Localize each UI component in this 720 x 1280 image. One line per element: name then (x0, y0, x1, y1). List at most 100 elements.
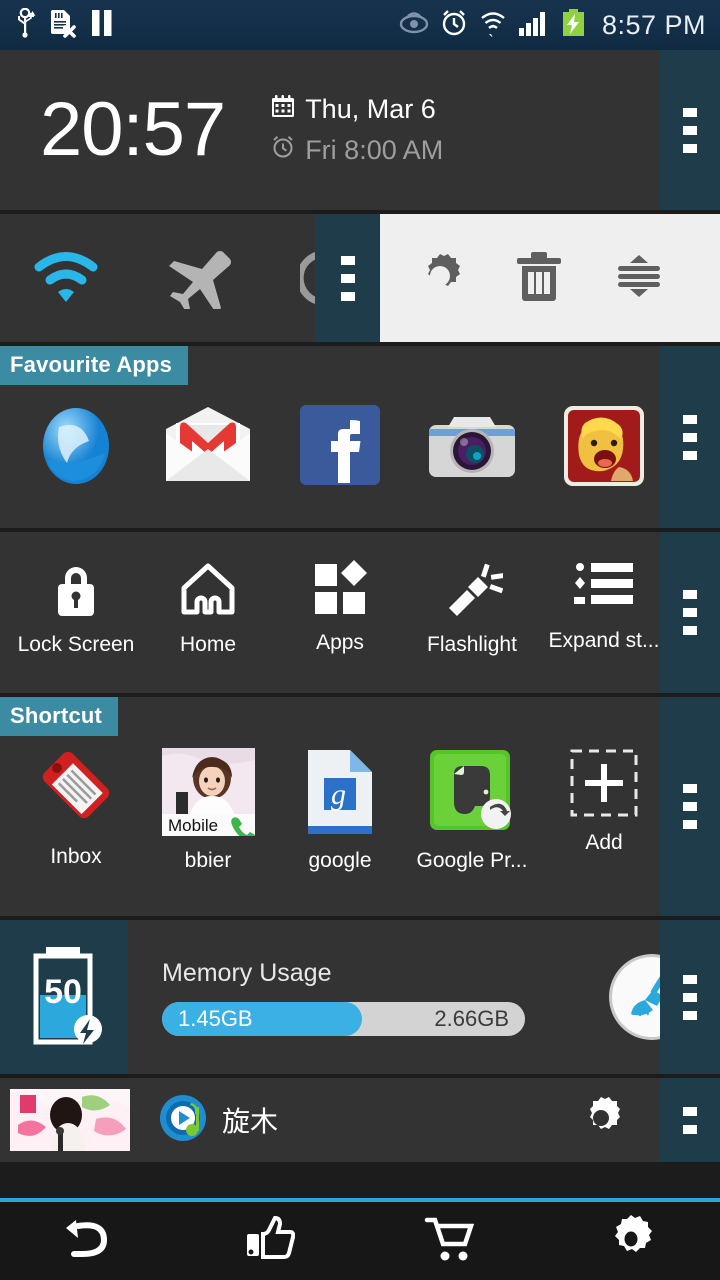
browser-icon (33, 403, 119, 494)
tool-flashlight[interactable]: Flashlight (406, 558, 538, 657)
delete-button[interactable] (515, 249, 563, 308)
memory-usage-card[interactable]: 50 Memory Usage 1.45GB 2.66GB (0, 920, 720, 1074)
app-gmail[interactable] (142, 403, 274, 494)
tool-apps[interactable]: Apps (274, 558, 406, 657)
tag-icon (33, 748, 119, 837)
calendar-icon (271, 94, 295, 125)
clock-alarm-text: Fri 8:00 AM (305, 135, 444, 165)
clash-of-clans-icon (561, 403, 647, 494)
clock-row: 20:57 Thu, Mar 6 Fri 8:00 AM (0, 50, 720, 210)
kebab-menu-icon[interactable] (683, 414, 697, 460)
back-button[interactable] (64, 1216, 116, 1267)
store-cart-button[interactable] (423, 1216, 477, 1267)
battery-status[interactable]: 50 (0, 920, 128, 1074)
signal-bars-icon (518, 9, 550, 42)
shortcut-inbox[interactable]: Inbox (10, 748, 142, 873)
list-icon (573, 558, 635, 621)
gmail-icon (162, 403, 254, 494)
tools-grid: Lock Screen Home Apps Flashlight Expand … (0, 532, 720, 657)
album-art-thumbnail (10, 1089, 130, 1151)
airplane-toggle[interactable] (132, 247, 264, 309)
shortcut-google-pr[interactable]: Google Pr... (406, 748, 538, 873)
tool-label: Apps (316, 631, 364, 654)
shortcut-label: Add (585, 831, 623, 854)
pause-icon (90, 9, 114, 42)
svg-text:Mobile: Mobile (168, 816, 218, 835)
music-player-card[interactable]: 旋木 (0, 1078, 720, 1162)
memory-drag-handle[interactable] (660, 920, 720, 1074)
eye-icon (399, 10, 429, 41)
shortcut-card[interactable]: Shortcut Inbox Mobile bbier g google Goo… (0, 697, 720, 916)
memory-body: Memory Usage 1.45GB 2.66GB (128, 920, 720, 1074)
favourite-apps-drag-handle[interactable] (660, 346, 720, 528)
favourite-apps-grid (0, 403, 720, 494)
battery-charging-icon (561, 8, 587, 43)
lock-icon (47, 558, 105, 625)
shortcut-title: Shortcut (0, 697, 119, 736)
app-camera[interactable] (406, 403, 538, 494)
battery-level-text: 50 (44, 973, 82, 1011)
like-button[interactable] (245, 1215, 295, 1267)
shortcut-label: bbier (184, 849, 232, 872)
status-bar-left-icons (14, 7, 114, 43)
clock-time: 20:57 (40, 87, 226, 172)
wifi-toggle[interactable] (0, 251, 132, 305)
bottom-navigation-bar (0, 1198, 720, 1280)
shortcut-google[interactable]: g google (274, 748, 406, 873)
kebab-menu-icon[interactable] (683, 1106, 697, 1134)
memory-used-text: 1.45GB (178, 1005, 253, 1031)
music-settings-gear-icon[interactable] (578, 1095, 624, 1146)
app-facebook[interactable] (274, 403, 406, 494)
app-browser[interactable] (10, 403, 142, 494)
sd-card-error-icon (50, 8, 76, 43)
clock-date-text: Thu, Mar 6 (305, 94, 436, 124)
tool-label: Home (179, 633, 237, 656)
clock-widget-card[interactable]: 20:57 Thu, Mar 6 Fri 8:00 AM (0, 50, 720, 210)
add-plus-icon (569, 748, 639, 823)
kebab-menu-icon[interactable] (683, 784, 697, 829)
flashlight-icon (441, 558, 505, 625)
kebab-menu-icon[interactable] (683, 974, 697, 1020)
clock-alarm-row: Fri 8:00 AM (271, 135, 443, 166)
shortcut-contact-bbier[interactable]: Mobile bbier (142, 748, 274, 873)
overlay-drag-handle[interactable] (315, 214, 380, 342)
tools-drag-handle[interactable] (660, 532, 720, 693)
music-player-icon (158, 1093, 208, 1148)
apps-grid-icon (309, 558, 371, 623)
usb-icon (14, 7, 36, 43)
status-bar-clock: 8:57 PM (601, 9, 706, 40)
music-drag-handle[interactable] (660, 1078, 720, 1162)
clock-card-drag-handle[interactable] (660, 50, 720, 210)
tool-label: Lock Screen (17, 633, 135, 656)
alarm-clock-icon (440, 9, 468, 42)
shortcut-label: Inbox (50, 845, 102, 868)
kebab-menu-icon[interactable] (683, 590, 697, 635)
reorder-button[interactable] (612, 249, 666, 308)
edit-overlay-panel (380, 214, 720, 342)
contact-photo-icon: Mobile (161, 748, 257, 843)
quick-toggles-card[interactable] (0, 214, 720, 342)
kebab-menu-icon[interactable] (683, 107, 697, 153)
google-doc-icon: g (302, 748, 378, 841)
memory-progress-bar: 1.45GB 2.66GB (162, 1001, 525, 1036)
shortcut-add[interactable]: Add (538, 748, 670, 873)
tools-card[interactable]: Lock Screen Home Apps Flashlight Expand … (0, 532, 720, 693)
kebab-menu-icon[interactable] (340, 255, 355, 301)
shortcut-grid: Inbox Mobile bbier g google Google Pr...… (0, 748, 720, 873)
memory-total-text: 2.66GB (434, 1005, 509, 1031)
tool-lock-screen[interactable]: Lock Screen (10, 558, 142, 657)
settings-gear-button[interactable] (606, 1214, 656, 1269)
camera-icon (426, 403, 518, 490)
favourite-apps-card[interactable]: Favourite Apps (0, 346, 720, 528)
settings-button[interactable] (414, 250, 466, 307)
status-bar-right-icons: 8:57 PM (399, 8, 706, 43)
tool-home[interactable]: Home (142, 558, 274, 657)
favourite-apps-title: Favourite Apps (0, 346, 189, 385)
app-clash-of-clans[interactable] (538, 403, 670, 494)
svg-text:g: g (331, 778, 346, 811)
android-widget-panel-screen: 8:57 PM 20:57 Thu, Mar 6 Fri 8:00 AM Fav… (0, 0, 720, 1280)
shortcut-drag-handle[interactable] (660, 697, 720, 916)
tool-expand-status[interactable]: Expand st... (538, 558, 670, 657)
facebook-icon (298, 403, 382, 492)
home-icon (176, 558, 240, 625)
